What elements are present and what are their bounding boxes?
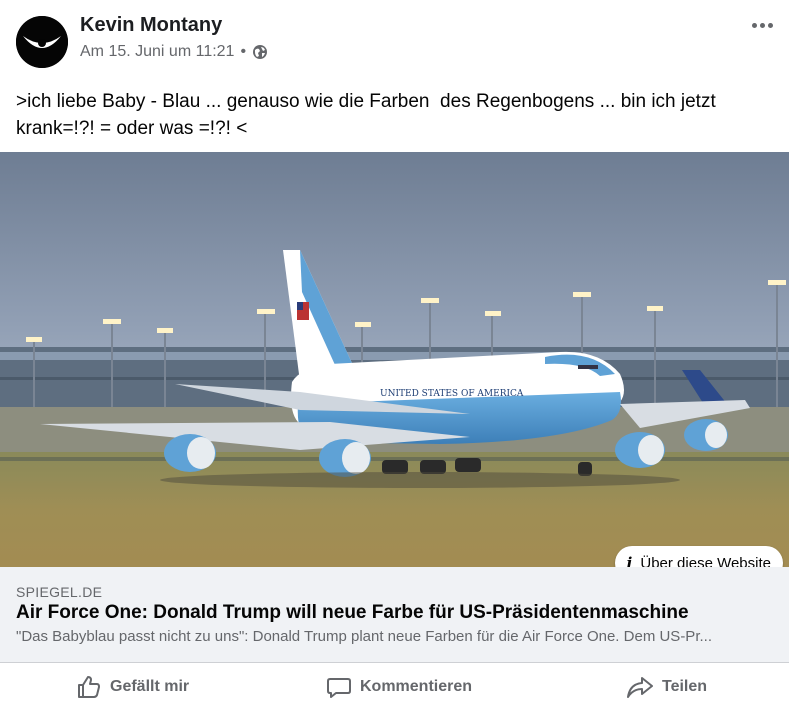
post-actions-bar: Gefällt mir Kommentieren Teilen — [0, 662, 789, 710]
like-label: Gefällt mir — [110, 677, 190, 695]
globe-icon[interactable] — [252, 44, 268, 60]
meta-separator: • — [240, 43, 247, 60]
link-domain: SPIEGEL.DE — [16, 584, 103, 600]
fuselage-lettering: UNITED STATES OF AMERICA — [380, 389, 524, 399]
link-preview-image[interactable]: UNITED STATES OF AMERICA — [0, 152, 789, 567]
comment-label: Kommentieren — [360, 677, 473, 695]
like-button[interactable]: Gefällt mir — [76, 663, 189, 710]
avatar-logo-icon — [16, 16, 68, 68]
link-description: "Das Babyblau passt nicht zu uns": Donal… — [16, 628, 712, 645]
post-timestamp[interactable]: Am 15. Juni um 11:21 — [80, 43, 234, 61]
post-meta: Am 15. Juni um 11:21 • — [80, 43, 268, 61]
share-label: Teilen — [662, 677, 708, 695]
comment-icon — [327, 677, 351, 698]
post-text: >ich liebe Baby - Blau ... genauso wie d… — [16, 91, 722, 139]
thumbs-up-icon — [78, 675, 100, 698]
link-title[interactable]: Air Force One: Donald Trump will neue Fa… — [16, 602, 689, 624]
share-button[interactable]: Teilen — [626, 663, 707, 710]
avatar[interactable] — [16, 16, 68, 68]
post-header: Kevin Montany Am 15. Juni um 11:21 • — [0, 0, 789, 80]
share-icon — [627, 676, 653, 698]
comment-button[interactable]: Kommentieren — [326, 663, 472, 710]
author-name[interactable]: Kevin Montany — [80, 14, 222, 37]
more-options-icon[interactable] — [749, 18, 775, 32]
link-preview[interactable]: SPIEGEL.DE Air Force One: Donald Trump w… — [0, 567, 789, 662]
